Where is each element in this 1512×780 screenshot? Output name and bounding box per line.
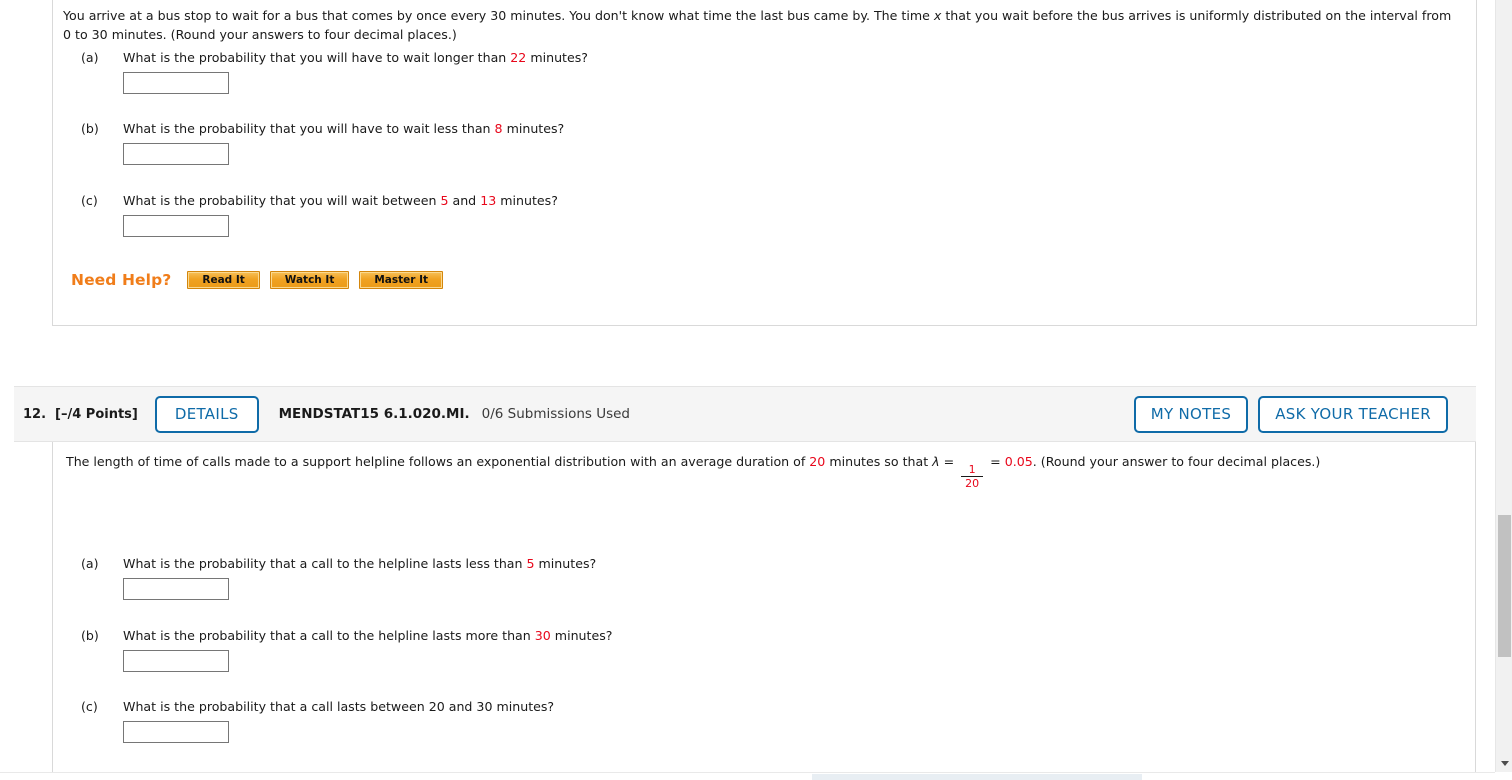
part-label-12c: (c) [81, 699, 98, 714]
q12-stem-text-3: . (Round your answer to four decimal pla… [1032, 454, 1321, 469]
q12-equals-2: = [986, 454, 1005, 469]
part-c-text-before: What is the probability that you will wa… [123, 193, 441, 208]
q12-rate-value: 0.05 [1004, 454, 1033, 469]
q12-average-duration: 20 [809, 454, 826, 469]
part-text-12b: What is the probability that a call to t… [123, 628, 612, 643]
watch-it-button[interactable]: Watch It [269, 271, 350, 289]
answer-input-11c[interactable] [123, 215, 229, 237]
read-it-button[interactable]: Read It [187, 271, 260, 289]
fraction-numerator: 1 [968, 462, 976, 476]
part-label-a: (a) [81, 50, 99, 65]
answer-input-12c[interactable] [123, 721, 229, 743]
part-b-text-after: minutes? [502, 121, 565, 136]
question-12: 12. [–/4 Points] DETAILS MENDSTAT15 6.1.… [14, 386, 1476, 780]
lambda-symbol: λ [932, 454, 940, 469]
part-a-value: 22 [510, 50, 527, 65]
master-it-button[interactable]: Master It [359, 271, 444, 289]
question-11-card: You arrive at a bus stop to wait for a b… [52, 0, 1477, 326]
answer-input-11b[interactable] [123, 143, 229, 165]
vertical-scrollbar[interactable] [1495, 0, 1512, 772]
vertical-scrollbar-thumb[interactable] [1498, 515, 1511, 657]
part-a-text-before: What is the probability that you will ha… [123, 50, 511, 65]
q11-stem-text-1: You arrive at a bus stop to wait for a b… [63, 8, 934, 23]
answer-input-12a[interactable] [123, 578, 229, 600]
assignment-page: You arrive at a bus stop to wait for a b… [0, 0, 1512, 780]
fraction-denominator: 20 [965, 476, 980, 490]
my-notes-button[interactable]: MY NOTES [1133, 395, 1249, 433]
part-12a-text-before: What is the probability that a call to t… [123, 556, 527, 571]
part-b-text-before: What is the probability that you will ha… [123, 121, 495, 136]
points-label: [–/4 Points] [55, 406, 138, 422]
part-text-12c: What is the probability that a call last… [123, 699, 555, 714]
rate-fraction: 1 20 [961, 462, 984, 490]
part-label-b: (b) [81, 121, 99, 136]
details-button[interactable]: DETAILS [154, 395, 259, 433]
scroll-down-arrow-icon[interactable] [1496, 755, 1512, 772]
answer-input-12b[interactable] [123, 650, 229, 672]
part-12a-text-after: minutes? [534, 556, 597, 571]
horizontal-scrollbar-thumb[interactable] [812, 774, 1142, 780]
question-number: 12. [23, 406, 47, 422]
part-c-text-after: minutes? [496, 193, 558, 208]
question-11-stem: You arrive at a bus stop to wait for a b… [63, 6, 1463, 44]
part-12b-text-after: minutes? [550, 628, 613, 643]
q12-equals-1: = [939, 454, 959, 469]
part-a-text-after: minutes? [526, 50, 588, 65]
part-12b-text-before: What is the probability that a call to t… [123, 628, 535, 643]
part-label-12a: (a) [81, 556, 99, 571]
need-help-row: Need Help? Read It Watch It Master It [71, 271, 444, 289]
question-12-header: 12. [–/4 Points] DETAILS MENDSTAT15 6.1.… [14, 386, 1476, 442]
part-label-12b: (b) [81, 628, 99, 643]
answer-input-11a[interactable] [123, 72, 229, 94]
part-text-a: What is the probability that you will ha… [123, 50, 588, 65]
part-12b-value: 30 [534, 628, 551, 643]
part-12a-value: 5 [526, 556, 535, 571]
part-c-value-2: 13 [480, 193, 497, 208]
submissions-used: 0/6 Submissions Used [481, 406, 631, 422]
part-text-b: What is the probability that you will ha… [123, 121, 564, 136]
need-help-label: Need Help? [71, 271, 172, 289]
part-text-c: What is the probability that you will wa… [123, 193, 558, 208]
ask-your-teacher-button[interactable]: ASK YOUR TEACHER [1258, 395, 1448, 433]
question-12-stem: The length of time of calls made to a su… [66, 452, 1456, 489]
q12-stem-text-1: The length of time of calls made to a su… [66, 454, 810, 469]
part-b-value: 8 [494, 121, 503, 136]
part-text-12a: What is the probability that a call to t… [123, 556, 596, 571]
part-c-text-mid: and [448, 193, 481, 208]
horizontal-scrollbar[interactable] [0, 772, 1495, 780]
part-label-c: (c) [81, 193, 98, 208]
question-code: MENDSTAT15 6.1.020.MI. [278, 406, 470, 422]
question-12-card: The length of time of calls made to a su… [52, 442, 1476, 780]
q12-stem-text-2: minutes so that [825, 454, 933, 469]
